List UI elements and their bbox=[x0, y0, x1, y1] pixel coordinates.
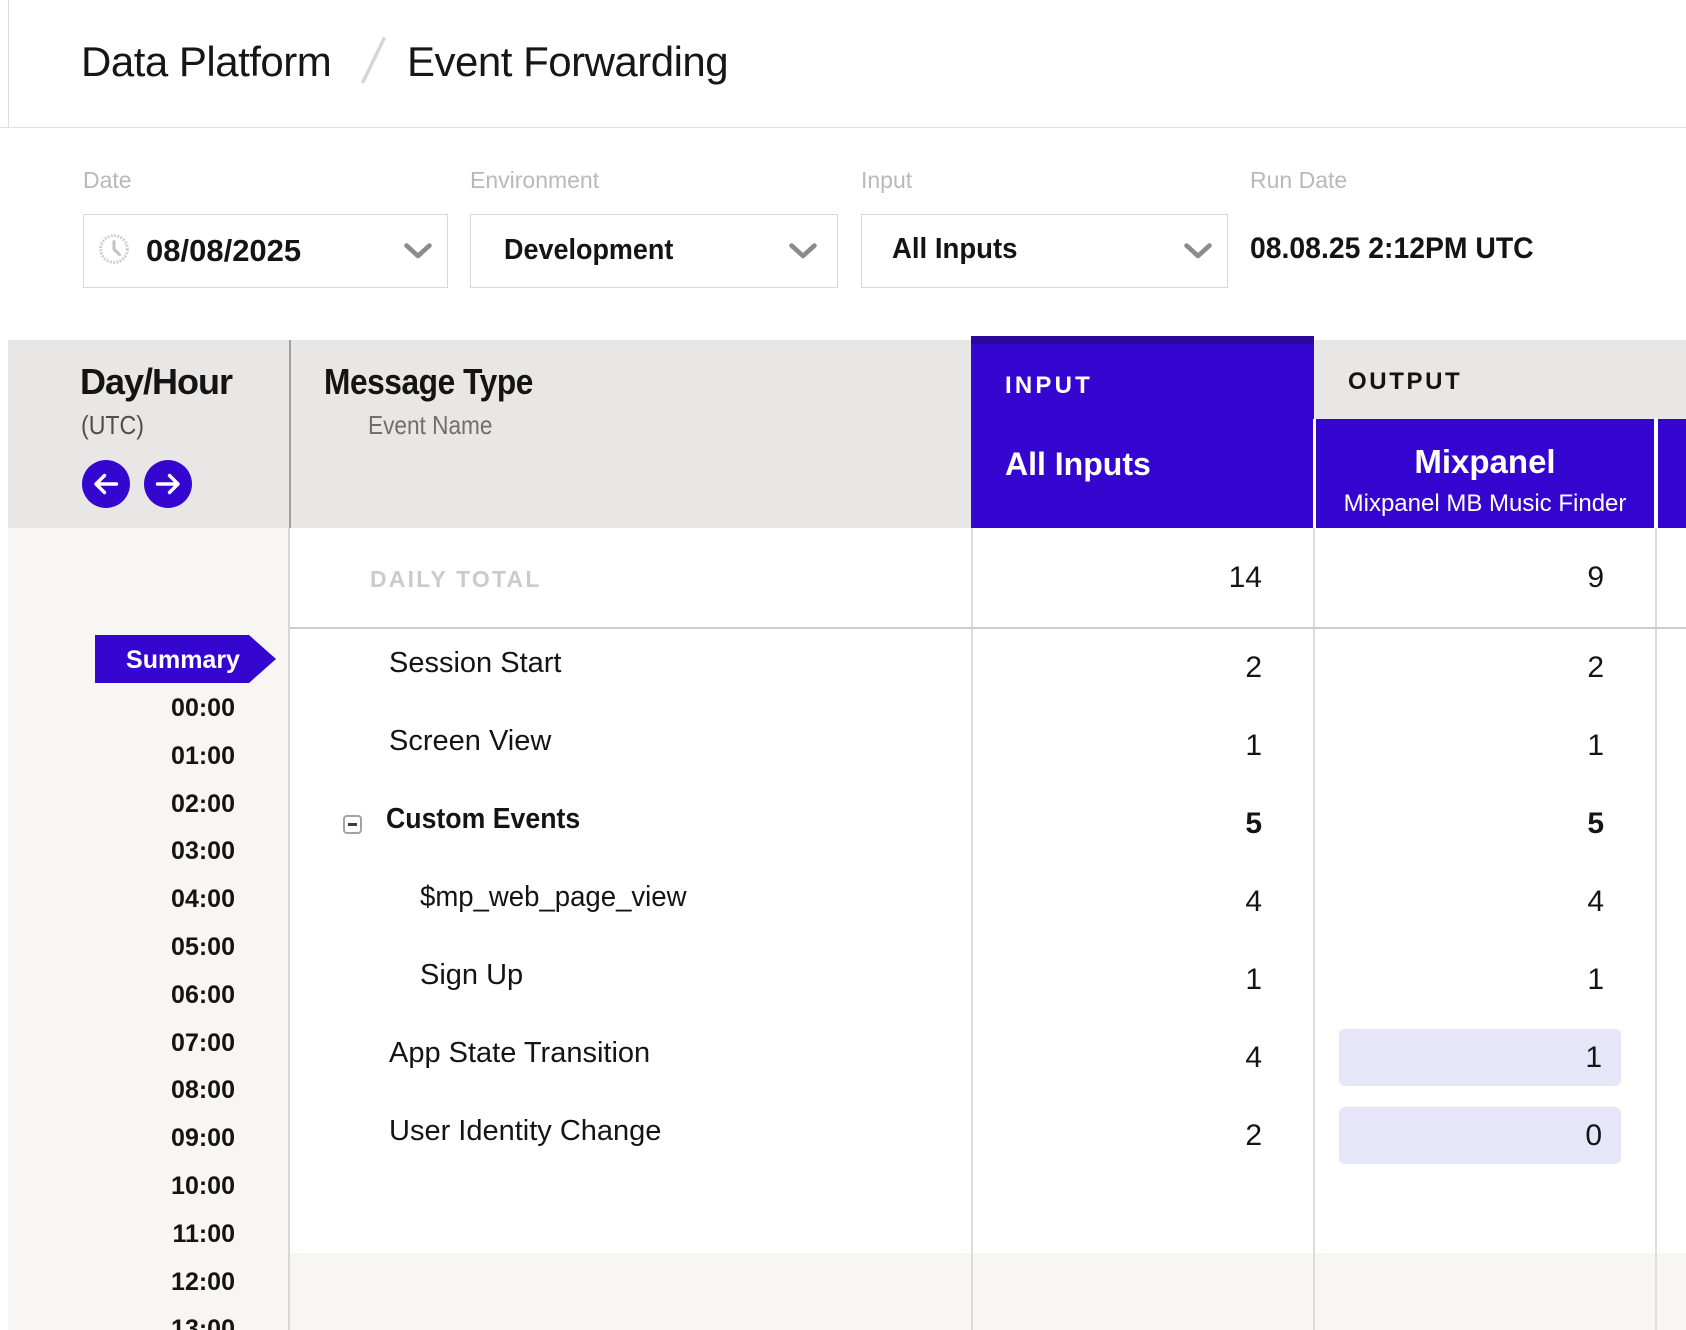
svg-text:Summary: Summary bbox=[126, 646, 240, 674]
